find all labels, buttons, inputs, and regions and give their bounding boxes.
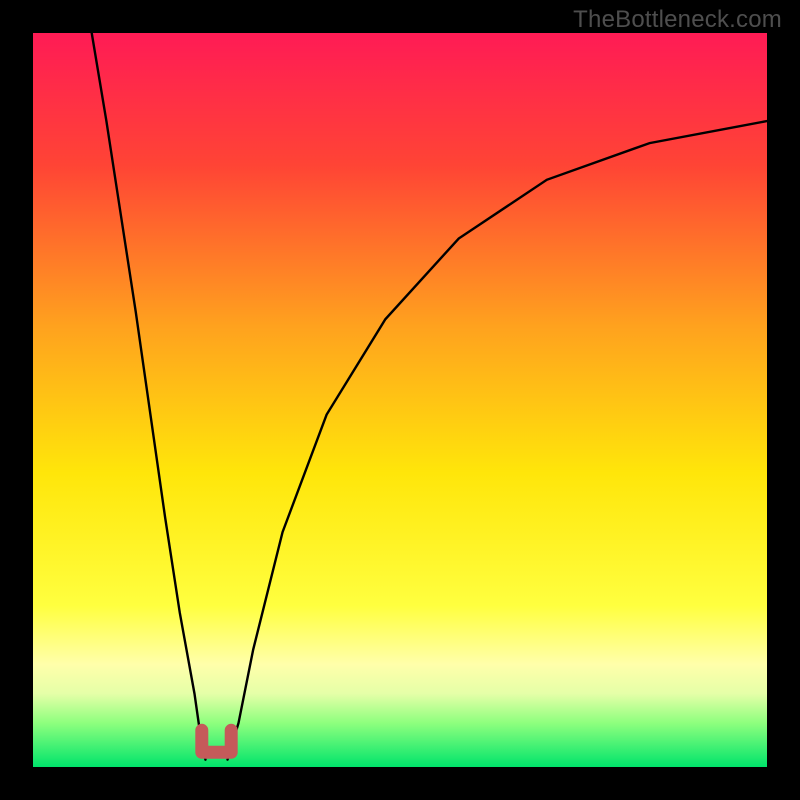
left-curve (92, 33, 206, 760)
watermark-text: TheBottleneck.com (573, 6, 782, 34)
u-marker (202, 730, 231, 752)
chart-frame: TheBottleneck.com (0, 0, 800, 800)
right-curve (228, 121, 767, 760)
chart-curves (33, 33, 767, 767)
plot-area (33, 33, 767, 767)
